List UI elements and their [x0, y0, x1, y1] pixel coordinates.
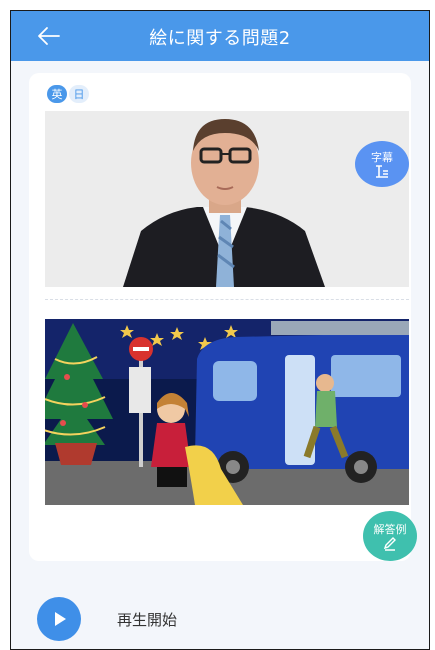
- answer-example-button[interactable]: 解答例: [363, 511, 417, 561]
- top-bar: 絵に関する問題2: [11, 11, 429, 61]
- page-title: 絵に関する問題2: [149, 28, 291, 49]
- question-illustration: [45, 319, 409, 505]
- play-button[interactable]: [37, 597, 81, 641]
- language-toggle[interactable]: 英 日: [47, 85, 89, 103]
- video-player[interactable]: 字幕: [45, 111, 409, 287]
- lang-ja-option[interactable]: 日: [69, 85, 89, 103]
- question-card: 英 日 字幕 解答例: [29, 73, 417, 561]
- playback-control: 再生開始: [37, 597, 177, 641]
- play-start-label: 再生開始: [117, 610, 178, 629]
- lang-en-option[interactable]: 英: [47, 85, 67, 103]
- christmas-bus-scene-image: [45, 319, 409, 505]
- section-divider: [45, 299, 409, 300]
- play-icon: [55, 612, 66, 626]
- subtitle-label: 字幕: [371, 151, 393, 164]
- subtitle-button[interactable]: 字幕: [355, 141, 409, 187]
- answer-example-label: 解答例: [373, 523, 407, 536]
- pencil-icon: [383, 537, 396, 551]
- presenter-video-frame: [45, 111, 409, 287]
- app-screen: 絵に関する問題2 英 日 字幕 解答例 再生開始: [10, 10, 430, 650]
- subtitle-lines-icon: [376, 165, 388, 178]
